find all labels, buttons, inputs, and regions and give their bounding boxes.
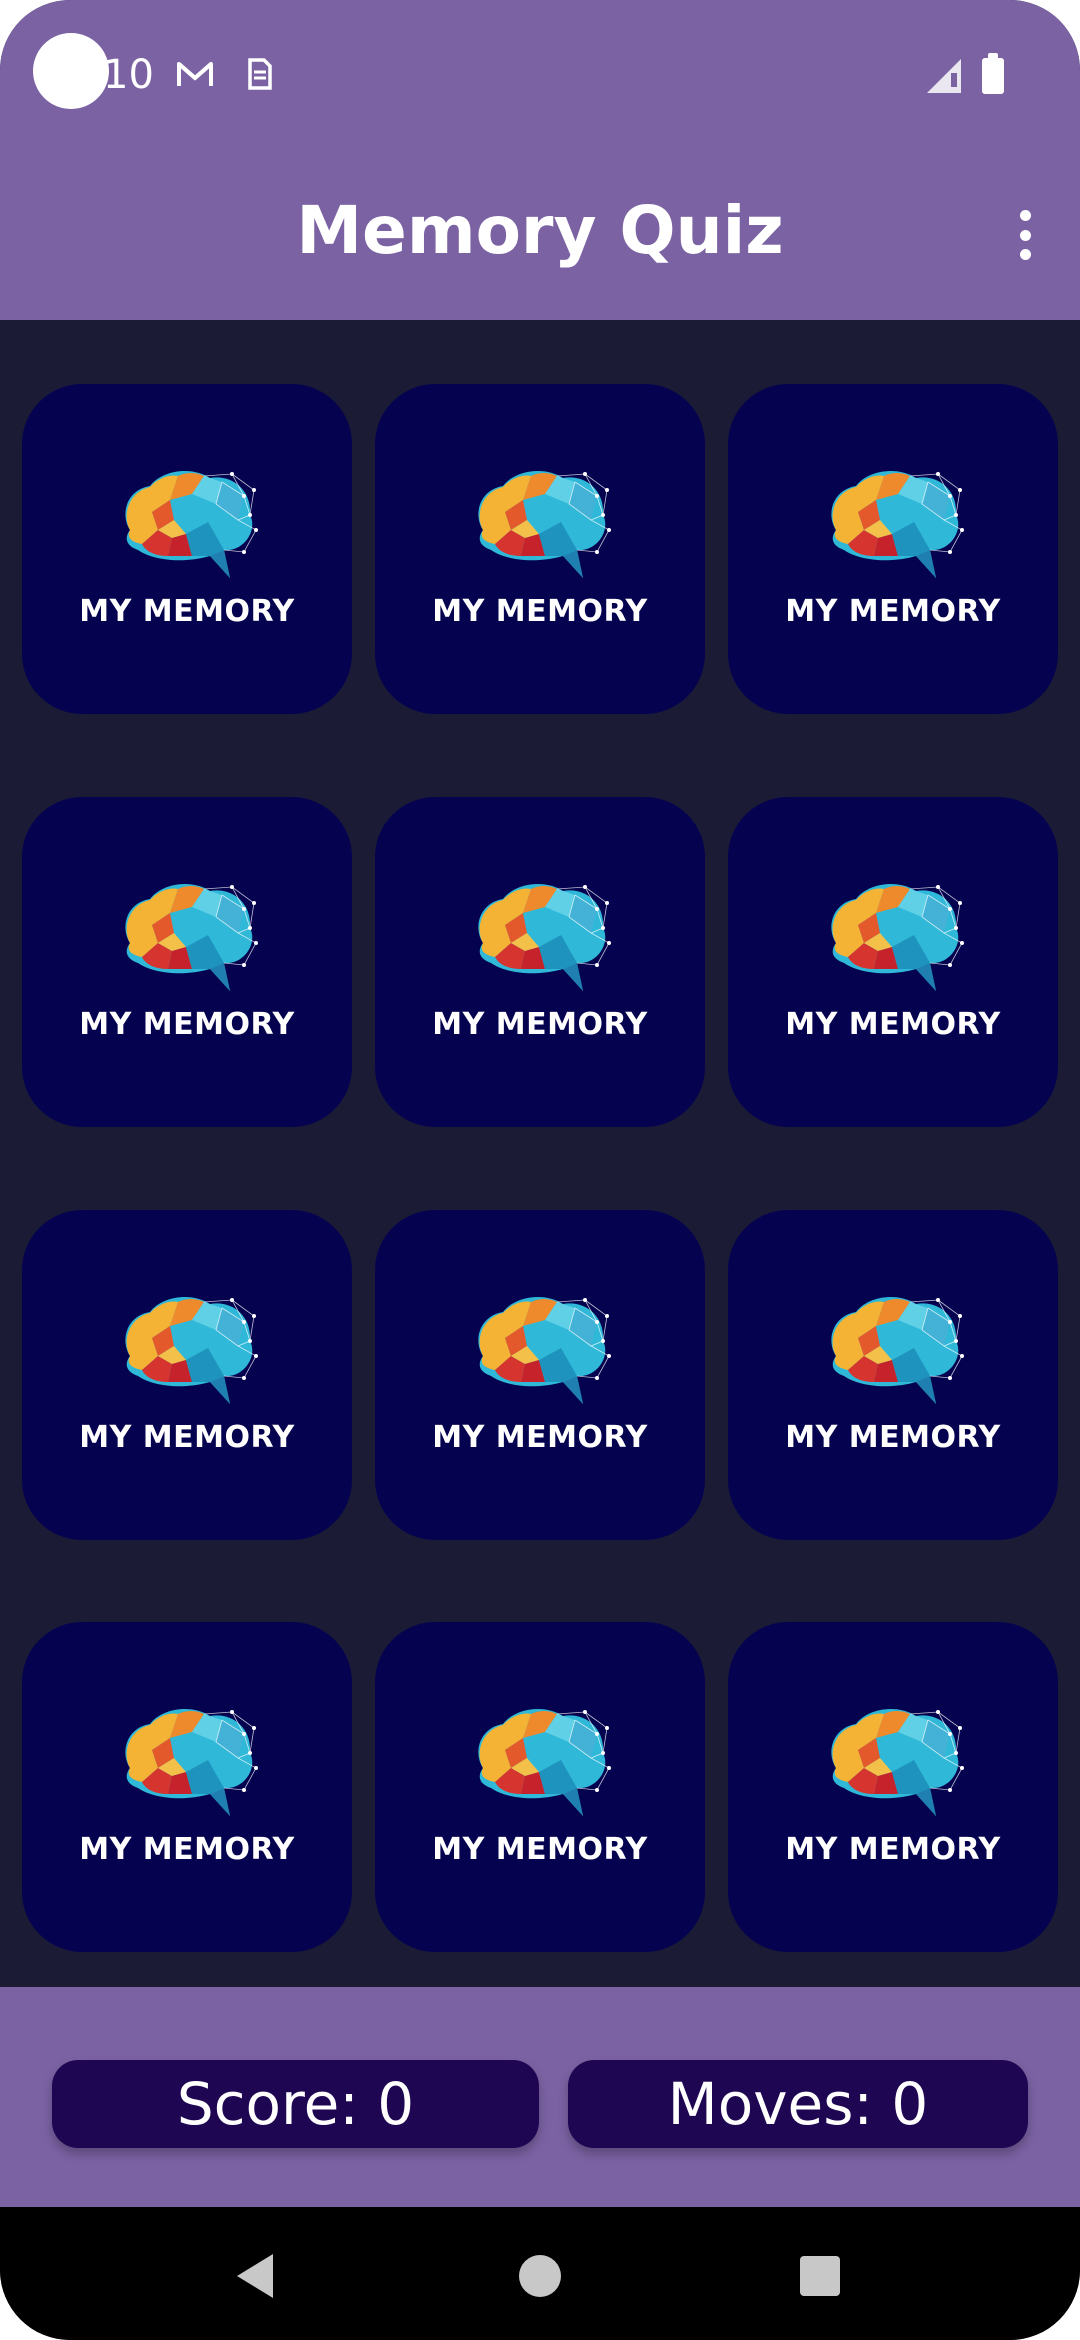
memory-card[interactable]: MY MEMORY — [728, 384, 1058, 714]
brain-icon — [125, 1708, 258, 1816]
memory-card[interactable]: MY MEMORY — [22, 1210, 352, 1540]
status-bar: 10 — [0, 0, 1080, 150]
status-time: 10 — [103, 52, 154, 98]
memory-card[interactable]: MY MEMORY — [22, 1622, 352, 1952]
card-label: MY MEMORY — [79, 593, 295, 629]
card-label: MY MEMORY — [79, 1831, 295, 1867]
memory-card[interactable]: MY MEMORY — [728, 1622, 1058, 1952]
card-label: MY MEMORY — [785, 593, 1001, 629]
card-label: MY MEMORY — [432, 1419, 648, 1455]
memory-card[interactable]: MY MEMORY — [375, 797, 705, 1127]
card-label: MY MEMORY — [785, 1831, 1001, 1867]
brain-icon — [125, 883, 258, 991]
brain-icon — [831, 470, 964, 578]
brain-icon — [831, 1296, 964, 1404]
memory-card[interactable]: MY MEMORY — [728, 1210, 1058, 1540]
memory-card[interactable]: MY MEMORY — [375, 384, 705, 714]
brain-icon — [478, 883, 611, 991]
card-label: MY MEMORY — [432, 1831, 648, 1867]
brain-icon — [478, 470, 611, 578]
app-title: Memory Quiz — [296, 191, 784, 269]
memory-card[interactable]: MY MEMORY — [22, 797, 352, 1127]
signal-icon — [927, 59, 961, 93]
brain-icon — [478, 1708, 611, 1816]
card-label: MY MEMORY — [79, 1419, 295, 1455]
card-grid: MY MEMORY MY MEMORY MY MEMORY MY MEMORY … — [0, 320, 1080, 1987]
memory-card[interactable]: MY MEMORY — [375, 1210, 705, 1540]
score-panel: Score: 0 Moves: 0 — [0, 1987, 1080, 2207]
memory-card[interactable]: MY MEMORY — [375, 1622, 705, 1952]
battery-icon — [982, 53, 1004, 94]
brain-icon — [125, 1296, 258, 1404]
phone-screen: 10 Memory Quiz MY MEMORY MY MEMORY MY ME… — [0, 0, 1080, 2340]
memory-card[interactable]: MY MEMORY — [728, 797, 1058, 1127]
sim-icon — [248, 58, 272, 90]
moves-display: Moves: 0 — [568, 2060, 1028, 2148]
back-icon[interactable] — [237, 2254, 273, 2298]
brain-icon — [478, 1296, 611, 1404]
navigation-bar — [0, 2207, 1080, 2340]
home-icon[interactable] — [519, 2255, 561, 2297]
score-display: Score: 0 — [52, 2060, 539, 2148]
app-bar: Memory Quiz — [0, 150, 1080, 320]
camera-cutout — [33, 33, 109, 109]
card-label: MY MEMORY — [79, 1006, 295, 1042]
card-label: MY MEMORY — [432, 593, 648, 629]
memory-card[interactable]: MY MEMORY — [22, 384, 352, 714]
card-label: MY MEMORY — [432, 1006, 648, 1042]
brain-icon — [831, 1708, 964, 1816]
brain-icon — [831, 883, 964, 991]
card-label: MY MEMORY — [785, 1419, 1001, 1455]
card-label: MY MEMORY — [785, 1006, 1001, 1042]
brain-icon — [125, 470, 258, 578]
recents-icon[interactable] — [800, 2256, 840, 2296]
gmail-icon — [177, 62, 213, 86]
more-vert-icon[interactable] — [1000, 205, 1050, 265]
